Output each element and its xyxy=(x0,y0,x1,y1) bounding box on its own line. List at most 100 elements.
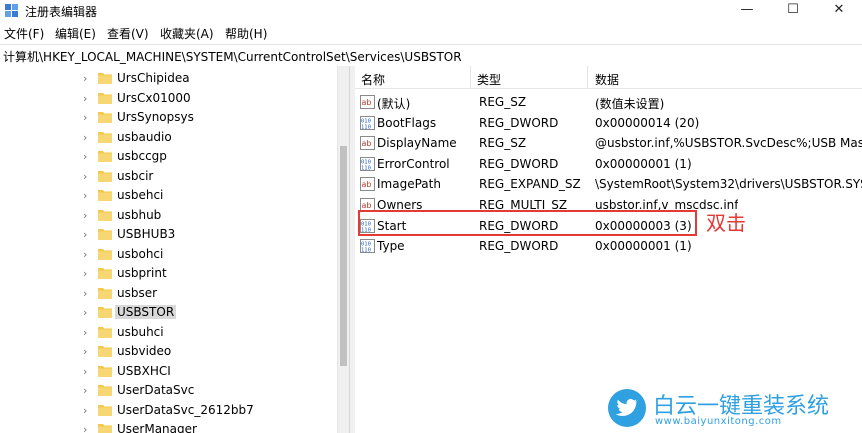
scrollbar-thumb[interactable] xyxy=(340,146,347,366)
chevron-right-icon[interactable]: › xyxy=(83,384,87,397)
svg-text:ab: ab xyxy=(362,139,372,148)
tree-item[interactable]: › usbcir xyxy=(0,167,348,186)
tree-item[interactable]: › UrsCx01000 xyxy=(0,89,348,108)
value-name: ImagePath xyxy=(377,177,441,192)
chevron-right-icon[interactable]: › xyxy=(83,345,87,358)
column-divider[interactable] xyxy=(470,66,471,88)
tree-item[interactable]: › usbccgp xyxy=(0,147,348,166)
value-data: (数值未设置) xyxy=(595,97,665,111)
tree-item-label: USBSTOR xyxy=(115,305,177,319)
tree-item[interactable]: › USBSTOR xyxy=(0,303,348,322)
menu-view[interactable]: 查看(V) xyxy=(107,25,149,42)
chevron-right-icon[interactable]: › xyxy=(83,423,87,433)
registry-app-icon xyxy=(5,4,18,17)
column-type-header[interactable]: 类型 xyxy=(477,71,501,88)
tree-item[interactable]: › USBHUB3 xyxy=(0,225,348,244)
tree-item[interactable]: › usbohci xyxy=(0,245,348,264)
value-type: REG_SZ xyxy=(479,136,527,151)
tree-item[interactable]: › USBXHCI xyxy=(0,362,348,381)
tree-item[interactable]: › usbprint xyxy=(0,264,348,283)
tree-item-label: UserDataSvc_2612bb7 xyxy=(117,402,254,417)
chevron-right-icon[interactable]: › xyxy=(83,365,87,378)
key-tree[interactable]: › UrsChipidea › UrsCx01000 › UrsSynopsys › usba… xyxy=(0,66,348,433)
value-type: REG_EXPAND_SZ xyxy=(479,177,581,192)
tree-item-label: usbehci xyxy=(117,188,164,202)
chevron-right-icon[interactable]: › xyxy=(83,326,87,339)
tree-item-label: usbser xyxy=(117,285,158,300)
chevron-right-icon[interactable]: › xyxy=(83,404,87,417)
chevron-right-icon[interactable]: › xyxy=(83,287,87,300)
tree-scrollbar[interactable] xyxy=(337,66,349,433)
watermark-url: www.baiyunxitong.com xyxy=(655,416,782,427)
value-type: REG_DWORD xyxy=(479,239,559,254)
chevron-right-icon[interactable]: › xyxy=(83,209,87,222)
value-row[interactable]: ab (默认) REG_SZ (数值未设置) xyxy=(355,92,862,113)
chevron-right-icon[interactable]: › xyxy=(83,92,87,105)
string-value-icon: ab xyxy=(360,95,375,109)
value-row[interactable]: 010 110 Type REG_DWORD 0x00000001 (1) xyxy=(355,236,862,257)
tree-item[interactable]: › usbser xyxy=(0,284,348,303)
tree-item[interactable]: › usbhub xyxy=(0,206,348,225)
chevron-right-icon[interactable]: › xyxy=(83,267,87,280)
menu-edit[interactable]: 编辑(E) xyxy=(55,25,96,42)
maximize-button[interactable]: ☐ xyxy=(770,0,816,22)
value-row[interactable]: 010 110 BootFlags REG_DWORD 0x00000014 (20) xyxy=(355,113,862,134)
tree-item[interactable]: › UrsSynopsys xyxy=(0,108,348,127)
chevron-right-icon[interactable]: › xyxy=(83,111,87,124)
value-row[interactable]: 010 110 ErrorControl REG_DWORD 0x00000001 (1… xyxy=(355,154,862,175)
chevron-right-icon[interactable]: › xyxy=(83,170,87,183)
chevron-right-icon[interactable]: › xyxy=(83,131,87,144)
twitter-bird-icon xyxy=(608,389,646,427)
folder-icon xyxy=(98,209,112,221)
value-row[interactable]: ab ImagePath REG_EXPAND_SZ \SystemRoot\Syst… xyxy=(355,174,862,195)
menu-help[interactable]: 帮助(H) xyxy=(225,25,267,42)
value-row[interactable]: ab DisplayName REG_SZ @usbstor.inf,%USBSTOR… xyxy=(355,133,862,154)
menu-file[interactable]: 文件(F) xyxy=(4,25,44,42)
folder-icon xyxy=(98,385,112,396)
value-name: (默认) xyxy=(377,97,411,111)
tree-item-label: usbccgp xyxy=(117,149,167,163)
chevron-right-icon[interactable]: › xyxy=(83,228,87,241)
value-list[interactable]: 名称 类型 数据 ab (默认) REG_SZ (数值未设置) 010 110 BootFl… xyxy=(355,66,862,433)
double-click-annotation: 双击 xyxy=(706,211,746,235)
binary-value-icon: 010110 xyxy=(360,115,375,130)
menu-favorites[interactable]: 收藏夹(A) xyxy=(160,25,214,42)
minimize-button[interactable]: — xyxy=(724,0,770,22)
tree-item[interactable]: › usbuhci xyxy=(0,323,348,342)
svg-text:ab: ab xyxy=(362,180,372,189)
value-data: @usbstor.inf,%USBSTOR.SvcDesc%;USB Mass.… xyxy=(595,136,862,151)
folder-icon xyxy=(98,268,112,279)
tree-item-label: usbhub xyxy=(117,207,162,222)
value-name: DisplayName xyxy=(377,136,457,151)
chevron-right-icon[interactable]: › xyxy=(83,306,87,319)
column-data-header[interactable]: 数据 xyxy=(595,71,619,88)
chevron-right-icon[interactable]: › xyxy=(83,150,87,163)
tree-item[interactable]: › UserDataSvc_2612bb7 xyxy=(0,401,348,420)
value-name: BootFlags xyxy=(377,115,437,130)
folder-icon xyxy=(98,92,112,104)
column-divider[interactable] xyxy=(587,66,588,88)
tree-item[interactable]: › usbaudio xyxy=(0,128,348,147)
close-button[interactable]: ✕ xyxy=(816,0,862,22)
chevron-right-icon[interactable]: › xyxy=(83,248,87,261)
tree-item-label: usbvideo xyxy=(117,344,172,358)
folder-icon xyxy=(98,73,112,84)
tree-item[interactable]: › UserDataSvc xyxy=(0,381,348,400)
folder-icon xyxy=(98,170,112,182)
folder-icon xyxy=(98,287,112,299)
column-name-header[interactable]: 名称 xyxy=(361,71,385,88)
folder-icon xyxy=(98,131,112,143)
address-bar[interactable]: 计算机\HKEY_LOCAL_MACHINE\SYSTEM\CurrentCon… xyxy=(0,44,862,67)
folder-icon xyxy=(98,424,112,433)
chevron-right-icon[interactable]: › xyxy=(83,189,87,202)
chevron-right-icon[interactable]: › xyxy=(83,72,87,85)
address-path[interactable]: 计算机\HKEY_LOCAL_MACHINE\SYSTEM\CurrentCon… xyxy=(3,48,462,65)
tree-item[interactable]: › UserManager xyxy=(0,420,348,433)
folder-icon xyxy=(98,326,112,338)
tree-item[interactable]: › usbvideo xyxy=(0,342,348,361)
window-title: 注册表编辑器 xyxy=(25,5,98,19)
tree-item[interactable]: › UrsChipidea xyxy=(0,69,348,88)
tree-item[interactable]: › usbehci xyxy=(0,186,348,205)
value-data: 0x00000001 (1) xyxy=(595,156,692,171)
tree-item-label: UrsSynopsys xyxy=(117,110,194,124)
